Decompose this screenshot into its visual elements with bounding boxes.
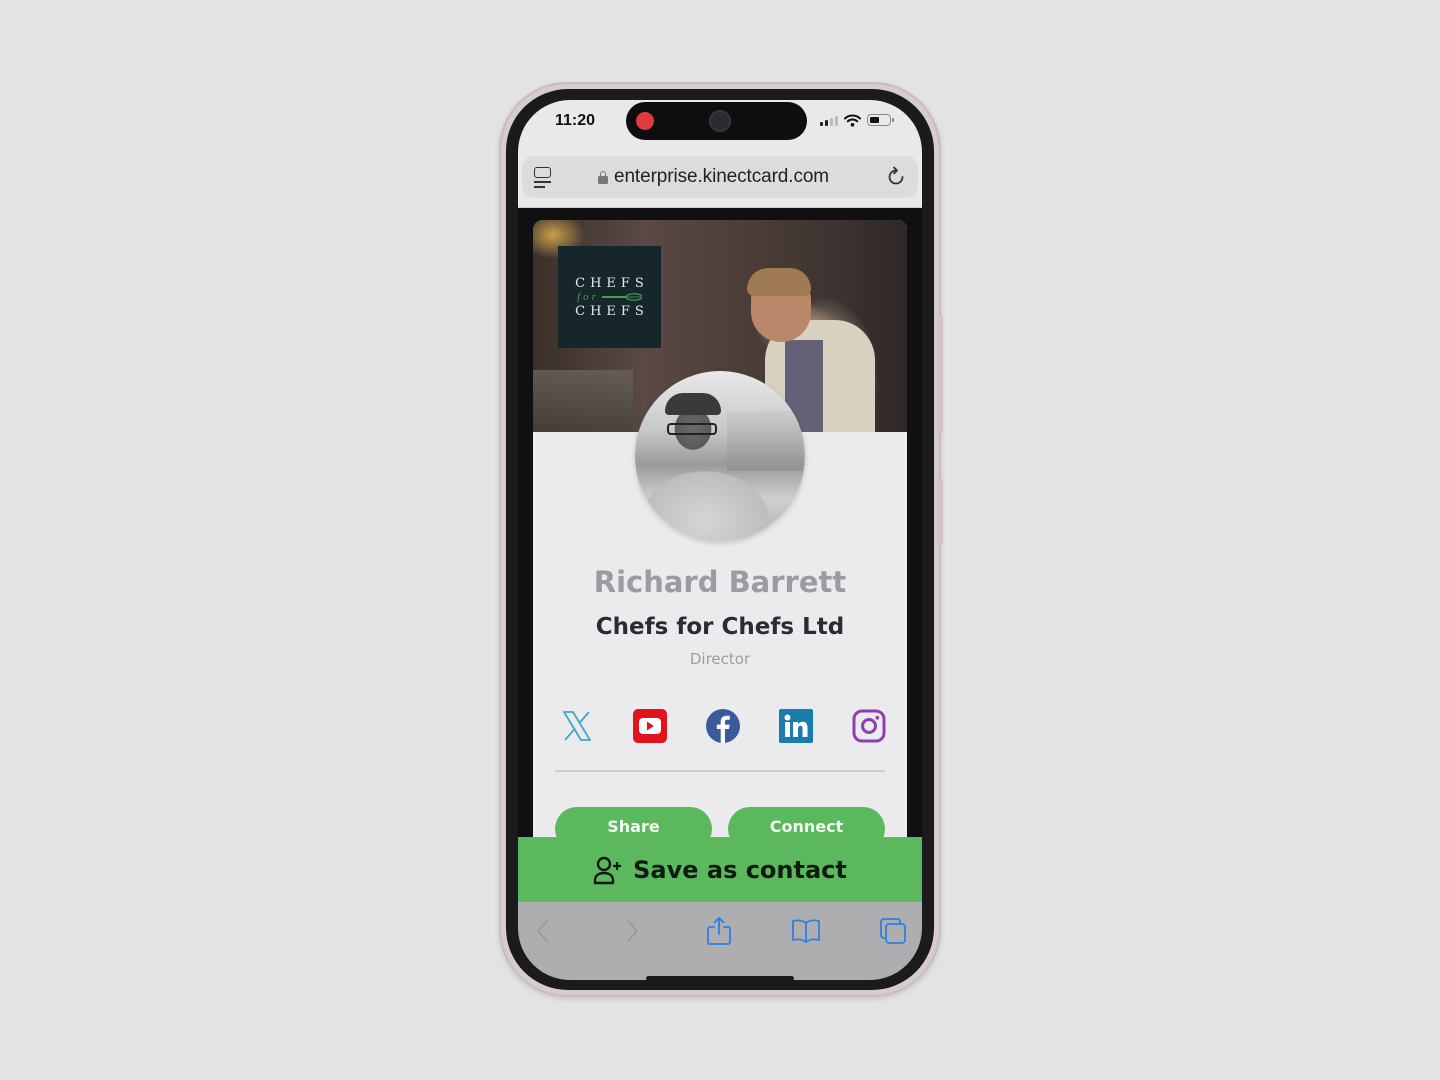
x-icon: [563, 711, 591, 741]
social-link-linkedin[interactable]: [778, 708, 814, 744]
cellular-signal-icon: [820, 115, 838, 126]
share-sheet-button[interactable]: [704, 916, 734, 946]
business-card-page: CHEFS for CHEFS Richard Barrett Chefs fo…: [533, 220, 907, 860]
recording-indicator-icon: [636, 112, 654, 130]
home-indicator: [646, 976, 794, 980]
save-contact-button[interactable]: Save as contact: [518, 837, 922, 902]
sidebar-icon[interactable]: [534, 167, 554, 189]
back-button[interactable]: [528, 916, 558, 946]
share-icon: [707, 917, 731, 945]
logo-text-for: for: [577, 291, 599, 303]
company-name: Chefs for Chefs Ltd: [595, 614, 845, 640]
browser-top-chrome: 11:20 enterprise.kinectcard.com: [518, 100, 922, 208]
add-user-icon: [593, 856, 622, 884]
social-link-x[interactable]: [559, 708, 595, 744]
forward-button[interactable]: [617, 916, 647, 946]
logo-text-bottom: CHEFS: [575, 303, 649, 319]
tabs-icon: [880, 918, 906, 944]
side-button: [938, 478, 943, 544]
status-time: 11:20: [555, 112, 596, 129]
whisk-icon: [601, 293, 642, 301]
safari-toolbar: [518, 902, 922, 980]
social-links: [559, 706, 887, 746]
linkedin-icon: [779, 709, 813, 743]
social-link-instagram[interactable]: [851, 708, 887, 744]
reload-icon[interactable]: [884, 165, 908, 189]
url-text[interactable]: enterprise.kinectcard.com: [614, 166, 829, 188]
volume-button: [938, 316, 943, 434]
save-contact-label: Save as contact: [633, 855, 847, 884]
address-bar[interactable]: enterprise.kinectcard.com: [522, 156, 918, 198]
dynamic-island: [626, 102, 807, 140]
wifi-icon: [844, 114, 861, 127]
facebook-icon: [706, 709, 740, 743]
instagram-icon: [852, 709, 886, 743]
contact-name: Richard Barrett: [593, 565, 847, 599]
book-icon: [792, 919, 820, 943]
divider: [555, 770, 885, 772]
logo-text-top: CHEFS: [575, 275, 649, 291]
phone-screen: 11:20 enterprise.kinectcard.com CHEFS fo…: [518, 100, 922, 980]
job-title: Director: [689, 650, 751, 668]
camera-icon: [709, 110, 731, 132]
company-logo: CHEFS for CHEFS: [558, 246, 661, 348]
lock-icon: [598, 170, 608, 184]
chevron-right-icon: [627, 920, 638, 942]
battery-icon: [867, 114, 894, 126]
social-link-youtube[interactable]: [632, 708, 668, 744]
tabs-button[interactable]: [878, 916, 908, 946]
avatar: [635, 371, 805, 541]
social-link-facebook[interactable]: [705, 708, 741, 744]
status-icons: [820, 112, 894, 128]
chevron-left-icon: [537, 920, 548, 942]
bookmarks-button[interactable]: [791, 916, 821, 946]
youtube-icon: [633, 709, 667, 743]
